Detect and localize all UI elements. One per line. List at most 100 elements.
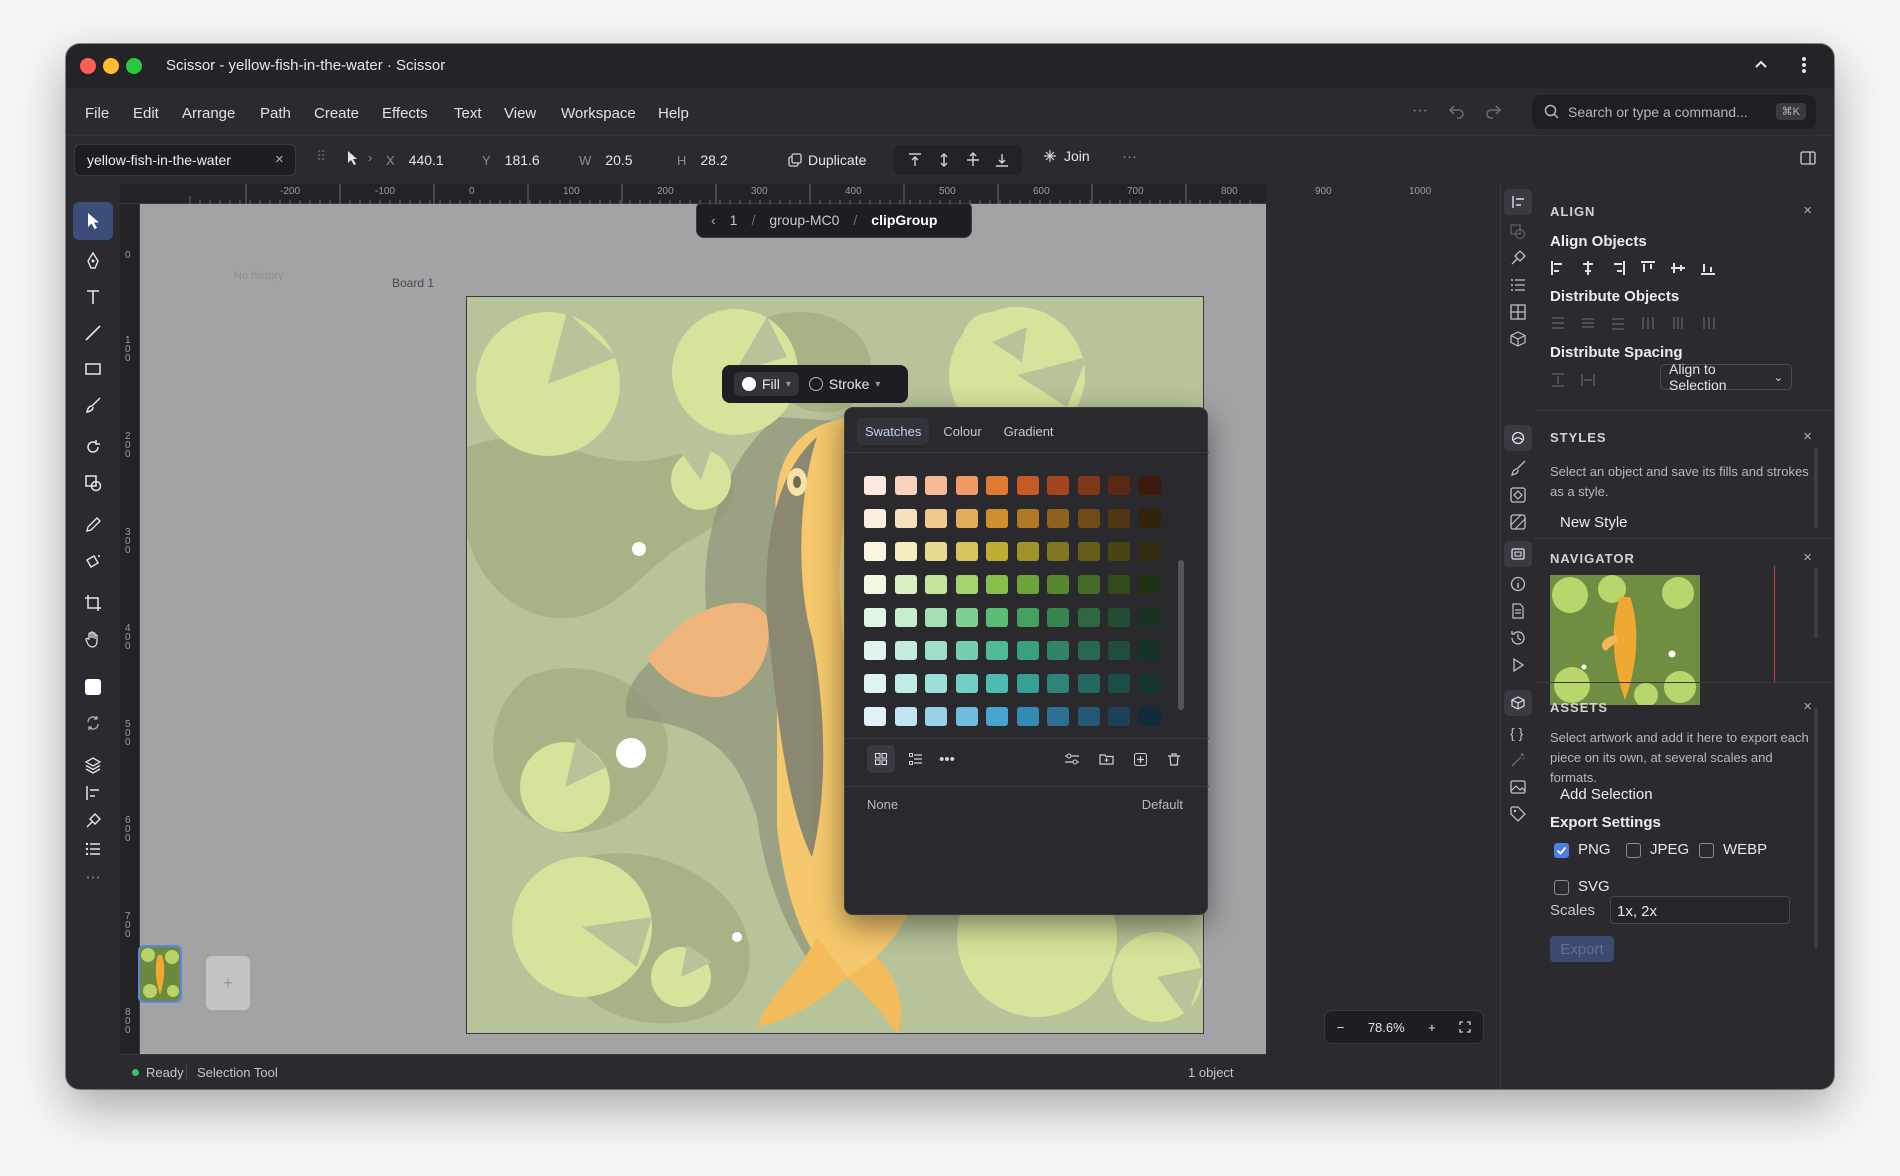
panel-toggle-icon[interactable] bbox=[1800, 151, 1816, 165]
x-field[interactable]: X 440.1 bbox=[386, 152, 444, 168]
styles-panel-icon[interactable] bbox=[1504, 425, 1532, 451]
swap-colors-icon[interactable] bbox=[73, 704, 113, 742]
history-icon[interactable] bbox=[1510, 630, 1526, 646]
distribute-bottom-icon[interactable] bbox=[1610, 315, 1626, 331]
join-button[interactable]: Join bbox=[1044, 148, 1090, 164]
menu-edit[interactable]: Edit bbox=[133, 105, 159, 122]
crop-tool[interactable] bbox=[73, 584, 113, 622]
line-tool[interactable] bbox=[73, 314, 113, 352]
symbol-icon[interactable] bbox=[1510, 487, 1526, 503]
zoom-window-button[interactable] bbox=[126, 58, 142, 74]
color-swatch[interactable] bbox=[1108, 674, 1130, 693]
close-styles-icon[interactable]: × bbox=[1803, 428, 1812, 445]
document-icon[interactable] bbox=[1510, 603, 1526, 619]
default-option[interactable]: Default bbox=[1142, 797, 1183, 812]
color-swatch[interactable] bbox=[864, 674, 886, 693]
spacing-horizontal-icon[interactable] bbox=[1580, 372, 1596, 388]
navigator-panel-icon[interactable] bbox=[1504, 541, 1532, 567]
zoom-in-button[interactable]: + bbox=[1428, 1020, 1436, 1035]
color-swatch[interactable] bbox=[864, 608, 886, 627]
more-horizontal-icon[interactable]: ··· bbox=[1412, 102, 1428, 120]
color-swatch[interactable] bbox=[1077, 575, 1100, 594]
color-swatch[interactable] bbox=[894, 476, 917, 495]
export-button[interactable]: Export bbox=[1550, 936, 1614, 962]
hand-tool[interactable] bbox=[73, 620, 113, 658]
text-tool[interactable] bbox=[73, 278, 113, 316]
breadcrumb-group[interactable]: group-MC0 bbox=[769, 212, 839, 228]
distribute-right-icon[interactable] bbox=[1700, 315, 1716, 331]
color-swatch[interactable] bbox=[986, 641, 1008, 660]
align-center-icon[interactable] bbox=[966, 152, 980, 168]
webp-checkbox[interactable] bbox=[1699, 843, 1714, 858]
color-swatch[interactable] bbox=[1016, 542, 1039, 561]
assets-panel-icon[interactable] bbox=[1504, 690, 1532, 716]
align-panel-icon[interactable] bbox=[1504, 189, 1532, 215]
command-search[interactable]: Search or type a command... ⌘K bbox=[1532, 95, 1816, 129]
close-navigator-icon[interactable]: × bbox=[1803, 549, 1812, 566]
h-field[interactable]: H 28.2 bbox=[677, 152, 728, 168]
distribute-h-center-icon[interactable] bbox=[1670, 315, 1686, 331]
color-swatch[interactable] bbox=[1138, 476, 1161, 495]
distribute-left-icon[interactable] bbox=[1640, 315, 1656, 331]
jpeg-checkbox[interactable] bbox=[1626, 843, 1641, 858]
menu-text[interactable]: Text bbox=[454, 105, 482, 122]
color-swatch[interactable] bbox=[955, 674, 978, 693]
tab-gradient[interactable]: Gradient bbox=[996, 418, 1062, 445]
color-swatch[interactable] bbox=[1047, 575, 1069, 594]
color-swatch[interactable] bbox=[1108, 476, 1130, 495]
styles-icon[interactable] bbox=[1510, 250, 1526, 266]
color-swatch[interactable] bbox=[1016, 608, 1039, 627]
scales-input[interactable]: 1x, 2x bbox=[1610, 896, 1790, 924]
color-swatch[interactable] bbox=[1047, 542, 1069, 561]
shape-builder-tool[interactable] bbox=[73, 464, 113, 502]
menu-workspace[interactable]: Workspace bbox=[561, 105, 636, 122]
scrollbar[interactable] bbox=[1178, 560, 1184, 710]
color-swatch[interactable] bbox=[925, 674, 947, 693]
drag-handle-icon[interactable]: ⠿ bbox=[316, 148, 326, 165]
png-checkbox[interactable] bbox=[1554, 843, 1569, 858]
rotate-tool[interactable] bbox=[73, 428, 113, 466]
spacing-vertical-icon[interactable] bbox=[1550, 372, 1566, 388]
close-align-icon[interactable]: × bbox=[1803, 202, 1812, 219]
color-swatch[interactable] bbox=[864, 707, 886, 726]
align-h-center-icon[interactable] bbox=[1580, 260, 1596, 276]
close-assets-icon[interactable]: × bbox=[1803, 698, 1812, 715]
align-bottom-icon[interactable] bbox=[995, 152, 1009, 168]
color-swatch[interactable] bbox=[1016, 575, 1039, 594]
scrollbar[interactable] bbox=[1814, 708, 1818, 948]
color-swatch[interactable] bbox=[864, 641, 886, 660]
color-swatch[interactable] bbox=[864, 575, 886, 594]
navigator-preview[interactable] bbox=[1550, 575, 1700, 705]
color-swatch[interactable] bbox=[925, 575, 947, 594]
add-swatch-icon[interactable] bbox=[1127, 752, 1153, 766]
menu-view[interactable]: View bbox=[504, 105, 536, 122]
color-swatch[interactable] bbox=[986, 509, 1008, 528]
redo-icon[interactable] bbox=[1484, 103, 1502, 119]
color-swatch[interactable] bbox=[894, 641, 917, 660]
align-top-icon[interactable] bbox=[1640, 260, 1656, 276]
color-swatch[interactable] bbox=[1138, 542, 1161, 561]
menu-path[interactable]: Path bbox=[260, 105, 291, 122]
color-swatch[interactable] bbox=[864, 509, 886, 528]
cube-icon[interactable] bbox=[1510, 331, 1526, 347]
color-swatch[interactable] bbox=[925, 509, 947, 528]
color-swatch[interactable] bbox=[1077, 476, 1100, 495]
stroke-button[interactable]: Stroke ▾ bbox=[807, 372, 883, 396]
zoom-out-button[interactable]: − bbox=[1337, 1020, 1345, 1035]
color-swatch[interactable] bbox=[864, 476, 886, 495]
menu-create[interactable]: Create bbox=[314, 105, 359, 122]
color-swatch[interactable] bbox=[864, 542, 886, 561]
magic-wand-icon[interactable] bbox=[1510, 752, 1526, 768]
y-field[interactable]: Y 181.6 bbox=[482, 152, 540, 168]
paint-bucket-tool[interactable] bbox=[73, 542, 113, 580]
align-v-center-icon[interactable] bbox=[1670, 260, 1686, 276]
minimize-window-button[interactable] bbox=[103, 58, 119, 74]
pencil-tool[interactable] bbox=[73, 506, 113, 544]
color-swatch[interactable] bbox=[894, 674, 917, 693]
color-swatch[interactable] bbox=[1108, 641, 1130, 660]
menu-file[interactable]: File bbox=[85, 105, 109, 122]
align-bottom-icon[interactable] bbox=[1700, 260, 1716, 276]
color-swatch[interactable] bbox=[925, 608, 947, 627]
new-style-button[interactable]: New Style bbox=[1560, 514, 1628, 531]
fill-button[interactable]: Fill ▾ bbox=[734, 372, 799, 396]
